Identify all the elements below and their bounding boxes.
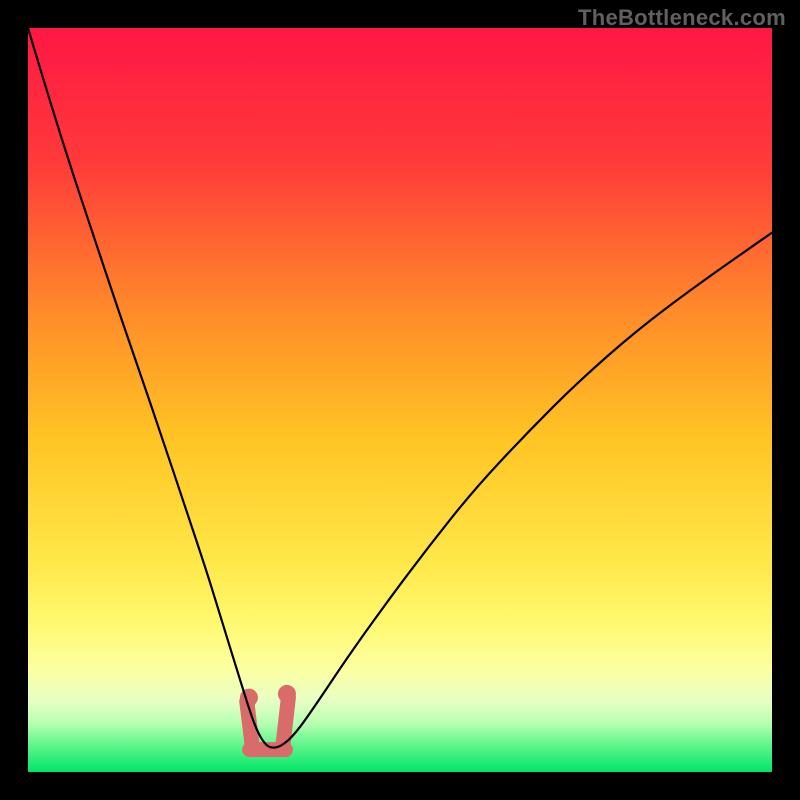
- marker-right: [278, 685, 296, 703]
- bottleneck-curve-chart: [28, 28, 772, 772]
- watermark-text: TheBottleneck.com: [578, 5, 786, 31]
- chart-frame: TheBottleneck.com: [0, 0, 800, 800]
- chart-background: [28, 28, 772, 772]
